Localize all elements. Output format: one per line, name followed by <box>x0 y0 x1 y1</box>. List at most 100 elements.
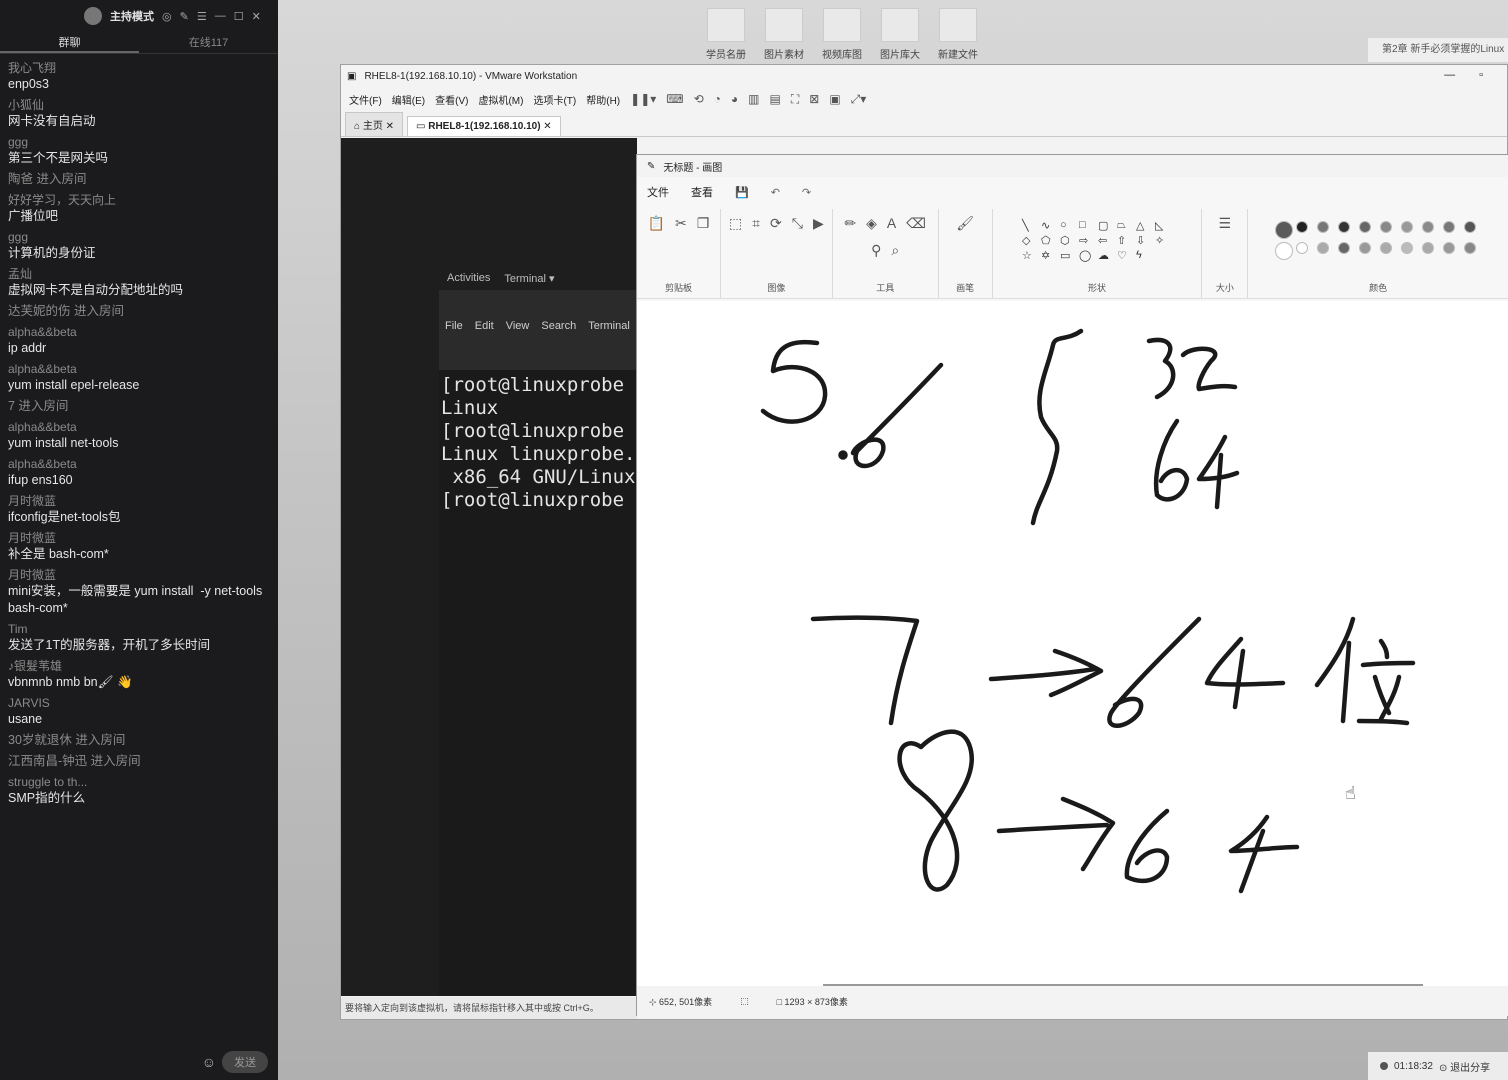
minimize-icon[interactable]: — <box>215 10 226 22</box>
rounded-rect-shape-icon[interactable]: ▢ <box>1098 219 1115 232</box>
shapes-gallery[interactable]: ╲ ∿ ○ □ ▢ ⏢ △ ◺ ◇ ⬠ ⬡ ⇨ ⇦ ⇧ ⇩ ✧ ☆ ✡ ▭ ◯ ☁ ♡ ϟ <box>1022 219 1172 262</box>
emoji-icon[interactable]: ☺ <box>202 1054 216 1070</box>
arrow-down-shape-icon[interactable]: ⇩ <box>1136 234 1153 247</box>
tab-online[interactable]: 在线117 <box>139 32 278 53</box>
callout-rect-shape-icon[interactable]: ▭ <box>1060 249 1077 262</box>
polygon-shape-icon[interactable]: ⏢ <box>1117 219 1134 232</box>
chat-username[interactable]: ♪银髮苇雄 <box>8 658 270 674</box>
size-icon[interactable]: ☰ <box>1219 215 1232 232</box>
terminal-menu-search[interactable]: Search <box>541 320 576 332</box>
menu-vm[interactable]: 虚拟机(M) <box>478 92 523 107</box>
arrow-right-shape-icon[interactable]: ⇨ <box>1079 234 1096 247</box>
color-swatch[interactable] <box>1316 221 1329 233</box>
close-icon[interactable]: ✕ <box>252 10 261 23</box>
terminal-output[interactable]: [root@linuxprobe Linux [root@linuxprobe Lin… <box>439 370 637 512</box>
menu-icon[interactable]: ☰ <box>197 10 207 23</box>
exit-share-button[interactable]: ⊙ 退出分享 <box>1439 1059 1490 1074</box>
rect-shape-icon[interactable]: □ <box>1079 219 1096 232</box>
fill-icon[interactable]: ◈ <box>866 215 877 232</box>
copy-icon[interactable]: ❐ <box>697 215 710 232</box>
chat-username[interactable]: alpha&&beta <box>8 456 270 472</box>
menu-view[interactable]: 查看(V) <box>435 92 468 107</box>
hexagon-shape-icon[interactable]: ⬡ <box>1060 234 1077 247</box>
color-swatch[interactable] <box>1442 221 1455 233</box>
gnome-activities[interactable]: Activities <box>447 272 490 284</box>
pencil-icon[interactable]: ✏ <box>844 215 856 232</box>
chat-username[interactable]: JARVIS <box>8 695 270 711</box>
chat-username[interactable]: 我心飞翔 <box>8 60 270 76</box>
curve-shape-icon[interactable]: ∿ <box>1041 219 1058 232</box>
chat-username[interactable]: 小狐仙 <box>8 97 270 113</box>
redo-icon[interactable]: ↷ <box>802 186 811 199</box>
chat-username[interactable]: ggg <box>8 229 270 245</box>
color-swatch[interactable] <box>1400 242 1413 254</box>
paint-menu-file[interactable]: 文件 <box>647 184 669 200</box>
menu-file[interactable]: 文件(F) <box>349 92 382 107</box>
eraser-icon[interactable]: ⌫ <box>906 215 926 232</box>
color1-swatch[interactable] <box>1274 221 1293 239</box>
paste-icon[interactable]: 📋 <box>648 215 665 232</box>
vm-console[interactable]: Activities Terminal ▾ File Edit View Sea… <box>341 138 637 996</box>
color-swatch[interactable] <box>1358 242 1371 254</box>
notification-toast[interactable]: 第2章 新手必须掌握的Linux <box>1368 38 1508 62</box>
paint-menu-view[interactable]: 查看 <box>691 184 713 200</box>
color-swatch[interactable] <box>1295 221 1308 233</box>
tab-home[interactable]: ⌂ 主页 ✕ <box>345 112 403 136</box>
manage-snapshot-icon[interactable]: ◕ <box>731 92 738 106</box>
terminal-menu-view[interactable]: View <box>506 320 530 332</box>
brush-icon[interactable]: 🖌 <box>956 215 974 232</box>
magnifier-icon[interactable]: ⌕ <box>891 242 899 259</box>
heart-shape-icon[interactable]: ♡ <box>1117 249 1134 262</box>
color-swatch[interactable] <box>1400 221 1413 233</box>
chat-username[interactable]: alpha&&beta <box>8 324 270 340</box>
callout-oval-shape-icon[interactable]: ◯ <box>1079 249 1096 262</box>
unity-icon[interactable]: ⊠ <box>809 92 819 106</box>
menu-help[interactable]: 帮助(H) <box>586 92 620 107</box>
lightning-shape-icon[interactable]: ϟ <box>1136 249 1153 262</box>
arrow-left-shape-icon[interactable]: ⇦ <box>1098 234 1115 247</box>
terminal-menu-edit[interactable]: Edit <box>475 320 494 332</box>
callout-cloud-shape-icon[interactable]: ☁ <box>1098 249 1115 262</box>
color-swatch[interactable] <box>1463 221 1476 233</box>
chat-username[interactable]: alpha&&beta <box>8 361 270 377</box>
select-icon[interactable]: ⬚ <box>729 215 742 232</box>
arrow-up-shape-icon[interactable]: ⇧ <box>1117 234 1134 247</box>
right-triangle-shape-icon[interactable]: ◺ <box>1155 219 1172 232</box>
menu-edit[interactable]: 编辑(E) <box>392 92 425 107</box>
console-icon[interactable]: ▣ <box>829 92 840 106</box>
resize-icon[interactable]: ⤡ <box>792 215 803 232</box>
sidebar-toggle-icon[interactable]: ▥ <box>748 92 759 106</box>
host-avatar[interactable] <box>84 7 102 25</box>
color-swatch[interactable] <box>1379 221 1392 233</box>
pause-icon[interactable]: ❚❚▾ <box>630 92 656 106</box>
snapshot-icon[interactable]: ⟲ <box>694 92 704 106</box>
star5-shape-icon[interactable]: ☆ <box>1022 249 1039 262</box>
flip-icon[interactable]: ▶ <box>813 215 824 232</box>
chat-username[interactable]: 月时微蓝 <box>8 493 270 509</box>
menu-tabs[interactable]: 选项卡(T) <box>533 92 576 107</box>
fullscreen-icon[interactable]: ⛶ <box>791 92 799 107</box>
desktop-icon[interactable]: 新建文件 <box>934 8 982 61</box>
color2-swatch[interactable] <box>1274 242 1293 260</box>
tab-vm[interactable]: ▭ RHEL8-1(192.168.10.10) ✕ <box>407 116 561 136</box>
pentagon-shape-icon[interactable]: ⬠ <box>1041 234 1058 247</box>
color-swatch[interactable] <box>1358 221 1371 233</box>
color-swatch[interactable] <box>1337 221 1350 233</box>
undo-icon[interactable]: ↶ <box>771 186 780 199</box>
color-swatch[interactable] <box>1421 242 1434 254</box>
chat-username[interactable]: alpha&&beta <box>8 419 270 435</box>
desktop-icon[interactable]: 学员名册 <box>702 8 750 61</box>
color-swatch[interactable] <box>1337 242 1350 254</box>
edit-icon[interactable]: ✎ <box>180 10 189 23</box>
triangle-shape-icon[interactable]: △ <box>1136 219 1153 232</box>
color-swatch[interactable] <box>1463 242 1476 254</box>
chat-username[interactable]: ggg <box>8 134 270 150</box>
color-swatch[interactable] <box>1421 221 1434 233</box>
send-keys-icon[interactable]: ⌨ <box>666 92 683 106</box>
crop-icon[interactable]: ⌗ <box>752 215 760 232</box>
line-shape-icon[interactable]: ╲ <box>1022 219 1039 232</box>
maximize-icon[interactable]: ☐ <box>234 10 244 23</box>
oval-shape-icon[interactable]: ○ <box>1060 219 1077 232</box>
color-swatch[interactable] <box>1442 242 1455 254</box>
color-palette[interactable] <box>1274 221 1482 260</box>
